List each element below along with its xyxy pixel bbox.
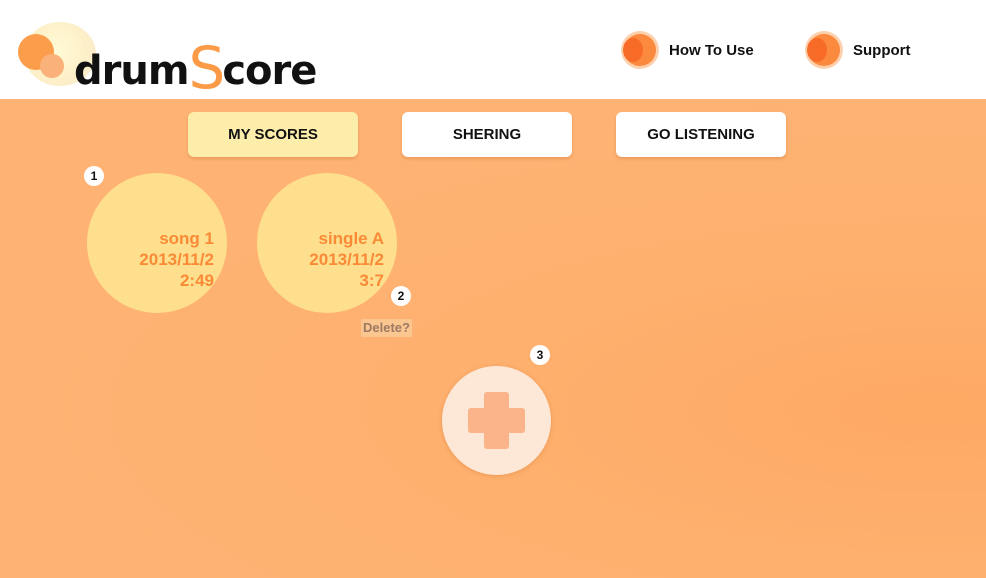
how-to-use-icon	[621, 31, 659, 69]
tab-shering[interactable]: SHERING	[402, 112, 572, 157]
callout-2: 2	[391, 286, 411, 306]
logo-circle-small	[40, 54, 64, 78]
callout-3: 3	[530, 345, 550, 365]
score-date: 2013/11/2	[309, 250, 384, 269]
logo-text-core: core	[222, 48, 317, 94]
plus-icon-bar	[468, 408, 525, 433]
score-time: 2:49	[179, 271, 214, 290]
tab-my-scores[interactable]: MY SCORES	[188, 112, 358, 157]
callout-1: 1	[84, 166, 104, 186]
how-to-use-label: How To Use	[669, 41, 754, 59]
support-icon	[805, 31, 843, 69]
score-item-song-1[interactable]: song 1 2013/11/2 2:49	[87, 173, 227, 313]
score-title: single A	[318, 229, 385, 248]
score-info: single A 2013/11/2 3:7	[309, 228, 384, 291]
score-title: song 1	[159, 229, 214, 248]
score-date: 2013/11/2	[139, 250, 214, 269]
logo-text-drum: drum	[74, 48, 190, 94]
logo-text-s: S	[188, 34, 226, 102]
score-item-single-a[interactable]: single A 2013/11/2 3:7	[257, 173, 397, 313]
score-info: song 1 2013/11/2 2:49	[139, 228, 214, 291]
score-time: 3:7	[359, 271, 384, 290]
app-header: drumScore How To Use Support	[0, 0, 986, 102]
how-to-use-link[interactable]: How To Use	[621, 30, 754, 70]
app-logo[interactable]: drumScore	[14, 20, 317, 102]
tab-go-listening[interactable]: GO LISTENING	[616, 112, 786, 157]
logo-wordmark: drumScore	[74, 30, 317, 102]
add-score-button[interactable]	[442, 366, 551, 475]
support-label: Support	[853, 41, 911, 59]
main-area: MY SCORES SHERING GO LISTENING 1 song 1 …	[0, 99, 986, 578]
delete-button[interactable]: Delete?	[361, 319, 412, 337]
support-link[interactable]: Support	[805, 30, 911, 70]
